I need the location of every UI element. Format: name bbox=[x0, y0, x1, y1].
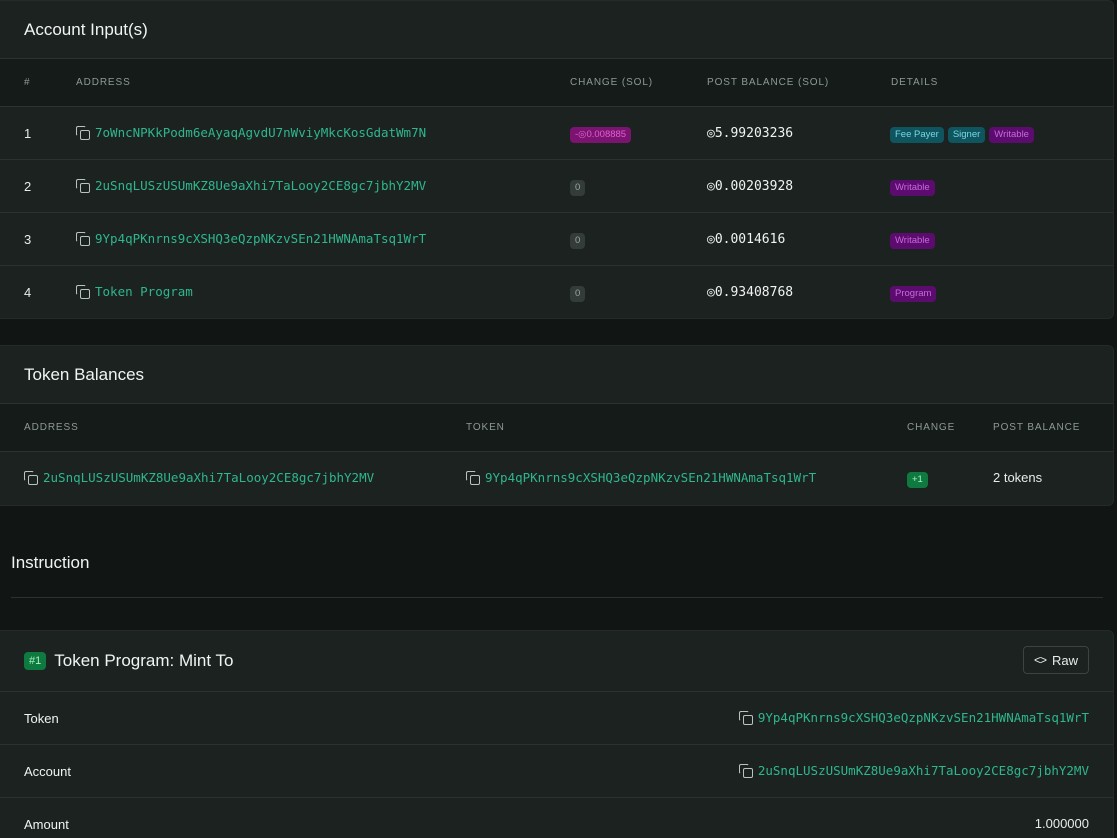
instruction-title: Token Program: Mint To bbox=[54, 651, 234, 670]
col-post-balance: POST BALANCE bbox=[993, 422, 1081, 433]
instruction-field-amount: Amount 1.000000 bbox=[0, 798, 1113, 838]
details-badges: Fee Payer Signer Writable bbox=[890, 127, 1034, 143]
post-balance: ◎0.93408768 bbox=[707, 285, 794, 300]
account-inputs-title: Account Input(s) bbox=[0, 1, 1113, 59]
field-value: 1.000000 bbox=[1034, 816, 1089, 831]
change-badge: -◎0.008885 bbox=[570, 127, 632, 143]
address-text[interactable]: 2uSnqLUSzUSUmKZ8Ue9aXhi7TaLooy2CE8gc7jbh… bbox=[43, 470, 374, 485]
instruction-header: #1 Token Program: Mint To <> Raw bbox=[0, 631, 1113, 692]
field-address-link[interactable]: 2uSnqLUSzUSUmKZ8Ue9aXhi7TaLooy2CE8gc7jbh… bbox=[738, 763, 1089, 778]
table-row: 1 7oWncNPKkPodm6eAyaqAgvdU7nWviyMkcKosGda… bbox=[0, 107, 1113, 160]
change-badge: 0 bbox=[570, 286, 586, 302]
account-inputs-card: Account Input(s) # ADDRESS CHANGE (SOL) … bbox=[0, 0, 1114, 319]
token-mint-address-link[interactable]: 9Yp4qPKnrns9cXSHQ3eQzpNKzvSEn21HWNAmaTsq… bbox=[466, 470, 816, 485]
copy-icon[interactable] bbox=[466, 471, 480, 485]
address-text[interactable]: 2uSnqLUSzUSUmKZ8Ue9aXhi7TaLooy2CE8gc7jbh… bbox=[758, 763, 1089, 778]
copy-icon[interactable] bbox=[76, 285, 90, 299]
address-text[interactable]: 9Yp4qPKnrns9cXSHQ3eQzpNKzvSEn21HWNAmaTsq… bbox=[758, 710, 1089, 725]
table-row: 2uSnqLUSzUSUmKZ8Ue9aXhi7TaLooy2CE8gc7jbh… bbox=[0, 452, 1113, 505]
instruction-field-account: Account 2uSnqLUSzUSUmKZ8Ue9aXhi7TaLooy2CE… bbox=[0, 745, 1113, 798]
detail-badge: Writable bbox=[890, 233, 935, 249]
field-address-link[interactable]: 9Yp4qPKnrns9cXSHQ3eQzpNKzvSEn21HWNAmaTsq… bbox=[738, 710, 1089, 725]
copy-icon[interactable] bbox=[738, 711, 753, 725]
table-row: 4 Token Program 0 ◎0.93408768 Program bbox=[0, 266, 1113, 318]
instruction-fields: Token 9Yp4qPKnrns9cXSHQ3eQzpNKzvSEn21HWNA… bbox=[0, 692, 1113, 838]
instruction-card: #1 Token Program: Mint To <> Raw Token 9Y… bbox=[0, 630, 1114, 838]
address-text[interactable]: 2uSnqLUSzUSUmKZ8Ue9aXhi7TaLooy2CE8gc7jbh… bbox=[95, 178, 426, 193]
address-text[interactable]: 7oWncNPKkPodm6eAyaqAgvdU7nWviyMkcKosGdat… bbox=[95, 125, 426, 140]
detail-badge: Writable bbox=[989, 127, 1034, 143]
address-text[interactable]: 9Yp4qPKnrns9cXSHQ3eQzpNKzvSEn21HWNAmaTsq… bbox=[95, 231, 426, 246]
instruction-index-badge: #1 bbox=[24, 652, 47, 670]
col-address: ADDRESS bbox=[24, 422, 79, 433]
copy-icon[interactable] bbox=[76, 179, 90, 193]
field-label: Amount bbox=[24, 817, 69, 832]
change-badge: +1 bbox=[907, 472, 928, 488]
detail-badge: Program bbox=[890, 286, 937, 302]
details-badges: Writable bbox=[890, 180, 935, 196]
row-index: 3 bbox=[24, 232, 32, 247]
post-balance: ◎0.00203928 bbox=[707, 179, 794, 194]
post-balance: ◎0.0014616 bbox=[707, 232, 786, 247]
token-balances-title: Token Balances bbox=[0, 346, 1113, 404]
token-balances-card: Token Balances ADDRESS TOKEN CHANGE POST… bbox=[0, 345, 1114, 506]
address-text[interactable]: Token Program bbox=[95, 284, 193, 299]
copy-icon[interactable] bbox=[738, 764, 753, 778]
col-address: ADDRESS bbox=[76, 77, 131, 88]
raw-button-label: Raw bbox=[1051, 652, 1078, 668]
row-index: 4 bbox=[24, 285, 32, 300]
change-badge: 0 bbox=[570, 233, 586, 249]
field-label: Token bbox=[24, 711, 59, 726]
account-address-link[interactable]: 9Yp4qPKnrns9cXSHQ3eQzpNKzvSEn21HWNAmaTsq… bbox=[76, 231, 426, 246]
account-address-link[interactable]: 2uSnqLUSzUSUmKZ8Ue9aXhi7TaLooy2CE8gc7jbh… bbox=[76, 178, 426, 193]
account-address-link[interactable]: 7oWncNPKkPodm6eAyaqAgvdU7nWviyMkcKosGdat… bbox=[76, 125, 426, 140]
section-divider bbox=[11, 597, 1103, 598]
details-badges: Program bbox=[890, 286, 937, 302]
table-row: 3 9Yp4qPKnrns9cXSHQ3eQzpNKzvSEn21HWNAmaTs… bbox=[0, 213, 1113, 266]
detail-badge: Fee Payer bbox=[890, 127, 944, 143]
raw-button[interactable]: <> Raw bbox=[1022, 646, 1089, 674]
detail-badge: Signer bbox=[947, 127, 986, 143]
change-badge: 0 bbox=[570, 180, 586, 196]
col-index: # bbox=[24, 77, 31, 88]
address-text[interactable]: 9Yp4qPKnrns9cXSHQ3eQzpNKzvSEn21HWNAmaTsq… bbox=[485, 470, 816, 485]
table-row: 2 2uSnqLUSzUSUmKZ8Ue9aXhi7TaLooy2CE8gc7jb… bbox=[0, 160, 1113, 213]
details-badges: Writable bbox=[890, 233, 935, 249]
instruction-section-title: Instruction bbox=[11, 553, 90, 572]
account-inputs-body: 1 7oWncNPKkPodm6eAyaqAgvdU7nWviyMkcKosGda… bbox=[0, 107, 1113, 318]
col-details: DETAILS bbox=[891, 77, 939, 88]
account-address-link[interactable]: Token Program bbox=[76, 284, 193, 299]
account-inputs-header: # ADDRESS CHANGE (SOL) POST BALANCE (SOL… bbox=[0, 59, 1113, 107]
copy-icon[interactable] bbox=[76, 126, 90, 140]
col-change: CHANGE bbox=[907, 422, 956, 433]
post-balance: ◎5.99203236 bbox=[707, 126, 794, 141]
col-post-balance: POST BALANCE (SOL) bbox=[707, 77, 830, 88]
code-icon: <> bbox=[1033, 653, 1047, 667]
copy-icon[interactable] bbox=[76, 232, 90, 246]
row-index: 1 bbox=[24, 126, 32, 141]
col-change: CHANGE (SOL) bbox=[570, 77, 654, 88]
post-balance: 2 tokens bbox=[993, 470, 1043, 485]
detail-badge: Writable bbox=[890, 180, 935, 196]
copy-icon[interactable] bbox=[24, 471, 38, 485]
row-index: 2 bbox=[24, 179, 32, 194]
token-balances-header: ADDRESS TOKEN CHANGE POST BALANCE bbox=[0, 404, 1113, 452]
instruction-field-token: Token 9Yp4qPKnrns9cXSHQ3eQzpNKzvSEn21HWNA… bbox=[0, 692, 1113, 745]
col-token: TOKEN bbox=[466, 422, 505, 433]
token-balances-body: 2uSnqLUSzUSUmKZ8Ue9aXhi7TaLooy2CE8gc7jbh… bbox=[0, 452, 1113, 505]
token-owner-address-link[interactable]: 2uSnqLUSzUSUmKZ8Ue9aXhi7TaLooy2CE8gc7jbh… bbox=[24, 470, 374, 485]
field-label: Account bbox=[24, 764, 71, 779]
